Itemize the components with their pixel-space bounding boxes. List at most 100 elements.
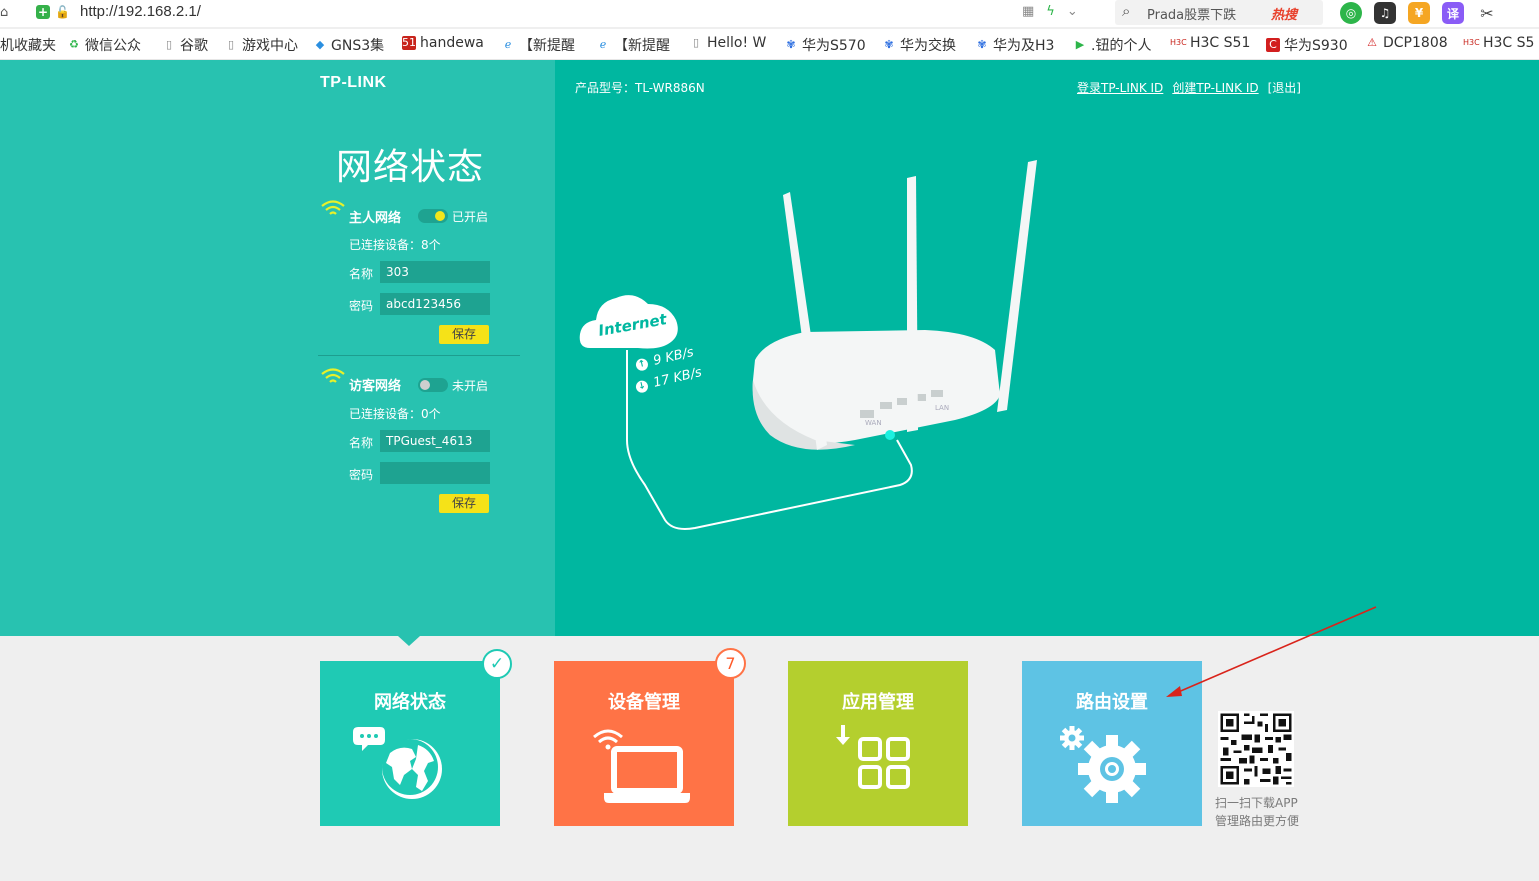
- bookmark-item[interactable]: ✾ 华为交换: [882, 35, 956, 55]
- wechat-icon: ♻: [69, 38, 79, 51]
- guest-password-field[interactable]: [380, 462, 490, 484]
- ie-icon: ℯ: [504, 38, 512, 51]
- home-icon[interactable]: ⌂: [0, 5, 8, 20]
- guest-connected-count: 已连接设备：0个: [349, 407, 441, 421]
- h3c-icon: H3C: [1463, 38, 1480, 47]
- product-model: 产品型号：TL-WR886N: [575, 81, 705, 95]
- guest-network-toggle[interactable]: [418, 378, 448, 392]
- paw-icon: ✾: [884, 38, 894, 51]
- c-icon: C: [1266, 38, 1280, 52]
- bookmark-item[interactable]: ▯ 游戏中心: [224, 35, 298, 55]
- search-input[interactable]: ⌕ Prada股票下跌 热搜: [1115, 0, 1323, 25]
- scissors-icon[interactable]: ✂: [1476, 2, 1498, 24]
- h3c-icon: H3C: [1170, 38, 1187, 47]
- bookmark-item[interactable]: ◆ GNS3集: [313, 35, 384, 55]
- guest-password-label: 密码: [349, 468, 374, 482]
- host-name-label: 名称: [349, 267, 374, 281]
- page-title: 网络状态: [336, 147, 485, 188]
- lightning-icon[interactable]: ϟ: [1046, 4, 1055, 19]
- apps-grid-icon: [836, 725, 910, 789]
- bookmark-item[interactable]: 51 handewa: [402, 35, 484, 51]
- paw-icon: ✾: [977, 38, 987, 51]
- upload-arrow-icon: ↑: [634, 356, 650, 372]
- translate-icon[interactable]: 译: [1442, 2, 1464, 24]
- guest-save-button[interactable]: 保存: [439, 494, 489, 513]
- section-divider: [318, 355, 520, 356]
- play-icon: ▶: [1075, 38, 1085, 51]
- chevron-down-icon[interactable]: ⌄: [1067, 4, 1078, 19]
- warn-icon: ⚠: [1367, 36, 1377, 49]
- qr-code: [1218, 711, 1294, 787]
- bookmark-item[interactable]: ℯ 【新提醒: [501, 35, 575, 55]
- qr-code-icon[interactable]: ▦: [1022, 4, 1034, 19]
- device-count-badge: 7: [715, 648, 746, 679]
- chat-extension-icon[interactable]: ◎: [1340, 2, 1362, 24]
- guest-ssid-field[interactable]: TPGuest_4613: [380, 430, 490, 452]
- bookmark-item[interactable]: C 华为S930: [1266, 35, 1348, 55]
- active-tab-pointer: [398, 636, 420, 646]
- host-ssid-field[interactable]: 303: [380, 261, 490, 283]
- bookmark-item[interactable]: ⚠ DCP1808: [1365, 35, 1448, 51]
- bookmark-item[interactable]: ℯ 【新提醒: [596, 35, 670, 55]
- guest-network-state: 未开启: [452, 379, 489, 393]
- tile-device-management[interactable]: 设备管理: [554, 661, 734, 826]
- tile-router-settings[interactable]: 路由设置: [1022, 661, 1202, 826]
- page-icon: ▯: [227, 38, 235, 51]
- paw-icon: ✾: [786, 38, 796, 51]
- guest-network-title: 访客网络: [349, 379, 402, 394]
- laptop-wifi-icon: [593, 729, 690, 803]
- account-links: 登录TP-LINK ID 创建TP-LINK ID [退出]: [1077, 79, 1301, 96]
- gear-icon: [1060, 726, 1146, 803]
- internet-cloud: Internet: [578, 282, 682, 358]
- hot-search-label[interactable]: 热搜: [1271, 4, 1297, 23]
- host-password-field[interactable]: abcd123456: [380, 293, 490, 315]
- bookmark-item[interactable]: ✾ 华为及H3: [975, 35, 1054, 55]
- wifi-icon: [321, 368, 345, 383]
- page-icon: ▯: [165, 38, 173, 51]
- svg-text:WAN: WAN: [865, 419, 882, 427]
- download-arrow-icon: ↓: [634, 378, 650, 394]
- tile-label: 设备管理: [608, 692, 680, 713]
- security-shield-icon[interactable]: +: [36, 5, 50, 19]
- host-network-title: 主人网络: [349, 211, 402, 226]
- bookmark-item[interactable]: ▯ Hello! W: [689, 35, 766, 51]
- bookmark-item[interactable]: ♻ 微信公众: [67, 35, 141, 55]
- bookmark-item[interactable]: ✾ 华为S570: [784, 35, 865, 55]
- bookmarks-bar: 机收藏夹 ♻ 微信公众 ▯ 谷歌 ▯ 游戏中心 ◆ GNS3集 51 handewa ℯ 【…: [0, 29, 1539, 60]
- tile-network-status[interactable]: 网络状态: [320, 661, 500, 826]
- search-query: Prada股票下跌: [1147, 8, 1237, 23]
- host-network-state: 已开启: [452, 210, 489, 224]
- guest-name-label: 名称: [349, 436, 374, 450]
- address-bar: ⌂ + 🔓 http://192.168.2.1/ ▦ ϟ ⌄ ⌕ Prada股…: [0, 0, 1539, 27]
- bookmark-item[interactable]: ▶ .钮的个人: [1073, 35, 1152, 55]
- globe-icon: [353, 727, 442, 799]
- tile-app-management[interactable]: 应用管理: [788, 661, 968, 826]
- bookmark-item[interactable]: ▯ 谷歌: [162, 35, 208, 55]
- check-badge-icon: ✓: [482, 649, 512, 679]
- ie-icon: ℯ: [599, 38, 607, 51]
- shield-yen-icon[interactable]: ¥: [1408, 2, 1430, 24]
- host-connected-count: 已连接设备：8个: [349, 238, 441, 252]
- tile-label: 网络状态: [374, 692, 446, 713]
- logout-link[interactable]: [退出]: [1268, 79, 1301, 96]
- svg-text:LAN: LAN: [935, 404, 949, 412]
- url-input[interactable]: http://192.168.2.1/: [80, 3, 201, 20]
- page-icon: ▯: [692, 36, 700, 49]
- host-save-button[interactable]: 保存: [439, 325, 489, 344]
- qr-caption: 扫一扫下载APP 管理路由更方便: [1215, 796, 1300, 828]
- search-icon: ⌕: [1122, 2, 1131, 20]
- bookmark-item[interactable]: H3C H3C S51: [1170, 35, 1250, 51]
- bookmark-item[interactable]: 机收藏夹: [0, 35, 56, 55]
- login-tplink-id-link[interactable]: 登录TP-LINK ID: [1077, 79, 1163, 96]
- music-icon[interactable]: ♫: [1374, 2, 1396, 24]
- host-password-label: 密码: [349, 299, 374, 313]
- tile-label: 应用管理: [842, 692, 914, 713]
- not-secure-icon[interactable]: 🔓: [55, 5, 70, 19]
- host-network-toggle[interactable]: [418, 209, 448, 223]
- bookmark-item[interactable]: H3C H3C S5: [1463, 35, 1534, 51]
- gns3-icon: ◆: [315, 38, 325, 51]
- create-tplink-id-link[interactable]: 创建TP-LINK ID: [1172, 79, 1258, 96]
- 51-icon: 51: [402, 36, 416, 50]
- tile-label: 路由设置: [1076, 692, 1148, 713]
- wifi-icon: [321, 200, 345, 215]
